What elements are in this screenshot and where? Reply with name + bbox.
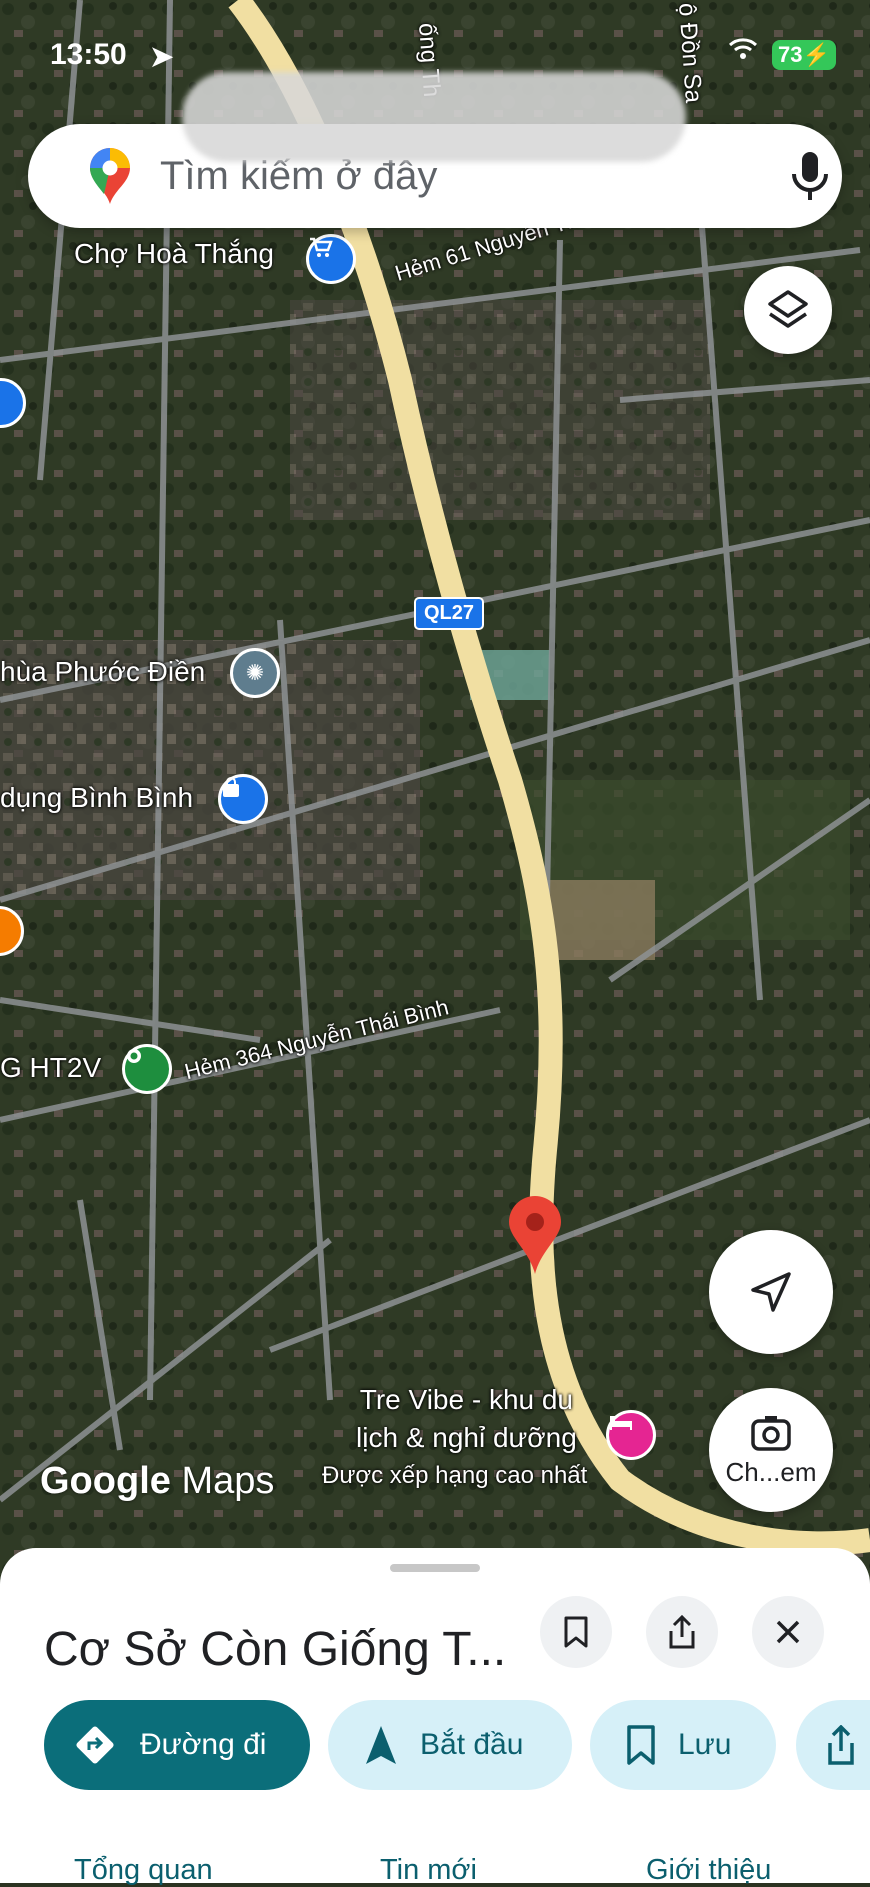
poi-label-chua-phuoc-dien[interactable]: hùa Phước Điền xyxy=(0,656,205,688)
lens-camera-icon xyxy=(751,1415,791,1451)
navigation-arrow-icon xyxy=(751,1272,791,1312)
bookmark-icon xyxy=(564,1616,588,1648)
start-label: Bắt đầu xyxy=(420,1728,524,1761)
close-button[interactable] xyxy=(752,1596,824,1668)
save-button[interactable]: Lưu xyxy=(590,1700,776,1790)
poi-label-ht2v[interactable]: G HT2V xyxy=(0,1052,101,1084)
poi-label-tre-vibe[interactable]: Tre Vibe - khu du lịch & nghỉ dưỡng xyxy=(356,1384,577,1454)
my-location-button[interactable] xyxy=(709,1230,833,1354)
poi-label-dung-binh-binh[interactable]: dụng Bình Bình xyxy=(0,782,193,814)
google-maps-pin-icon xyxy=(90,148,130,204)
poi-label-tre-vibe-line1: Tre Vibe - khu du xyxy=(359,1384,574,1415)
google-logo-text: Google xyxy=(40,1460,171,1502)
share-chip-button[interactable] xyxy=(796,1700,870,1790)
redacted-overlay xyxy=(182,72,686,162)
poi-rating-tre-vibe: Được xếp hạng cao nhất xyxy=(322,1462,588,1489)
start-button[interactable]: Bắt đầu xyxy=(328,1700,572,1790)
place-bottom-sheet[interactable]: Cơ Sở Còn Giống T... Đường đi Bắt đầu Lư… xyxy=(0,1548,870,1886)
sheet-drag-handle[interactable] xyxy=(390,1564,480,1572)
wifi-icon xyxy=(728,36,758,68)
map-view[interactable]: ống Th ộ Đồn Sa Chợ Hoà Thắng Hẻm 61 Ngu… xyxy=(0,0,870,1600)
generic-place-icon[interactable] xyxy=(122,1044,172,1094)
status-time: 13:50 xyxy=(50,38,127,71)
status-bar: 13:50 ➤ 73⚡ xyxy=(0,38,870,78)
layers-icon xyxy=(768,290,808,328)
share-chip-icon xyxy=(826,1725,856,1765)
battery-icon: 73⚡ xyxy=(772,40,836,70)
microphone-icon[interactable] xyxy=(788,150,832,202)
route-shield-ql27: QL27 xyxy=(414,597,485,630)
save-label: Lưu xyxy=(678,1728,732,1761)
camera-search-button[interactable]: Ch...em xyxy=(709,1388,833,1512)
directions-icon xyxy=(72,1722,118,1768)
hotel-bed-icon[interactable] xyxy=(606,1410,656,1460)
maps-logo-text: Maps xyxy=(181,1460,275,1502)
poi-label-tre-vibe-line2: lịch & nghỉ dưỡng xyxy=(356,1422,577,1453)
tab-about[interactable]: Giới thiệu xyxy=(646,1854,771,1887)
battery-level: 73 xyxy=(778,42,803,67)
place-title: Cơ Sở Còn Giống T... xyxy=(44,1623,507,1676)
navigation-start-icon xyxy=(364,1724,398,1766)
poi-label-cho-hoa-thang[interactable]: Chợ Hoà Thắng xyxy=(74,238,274,270)
save-bookmark-icon xyxy=(626,1725,656,1765)
tab-updates[interactable]: Tin mới xyxy=(380,1854,477,1887)
location-arrow-icon: ➤ xyxy=(150,41,174,72)
shopping-cart-icon[interactable] xyxy=(306,234,356,284)
camera-search-label: Ch...em xyxy=(725,1456,817,1487)
google-maps-logo: Google Maps xyxy=(40,1460,274,1503)
tab-overview[interactable]: Tổng quan xyxy=(74,1854,213,1887)
close-icon xyxy=(776,1620,800,1644)
directions-button[interactable]: Đường đi xyxy=(44,1700,310,1790)
share-icon xyxy=(669,1615,695,1649)
map-layers-button[interactable] xyxy=(744,266,832,354)
shopping-bag-icon[interactable] xyxy=(218,774,268,824)
share-button[interactable] xyxy=(646,1596,718,1668)
temple-wheel-icon[interactable]: ✺ xyxy=(230,648,280,698)
directions-label: Đường đi xyxy=(140,1728,267,1761)
bookmark-button[interactable] xyxy=(540,1596,612,1668)
